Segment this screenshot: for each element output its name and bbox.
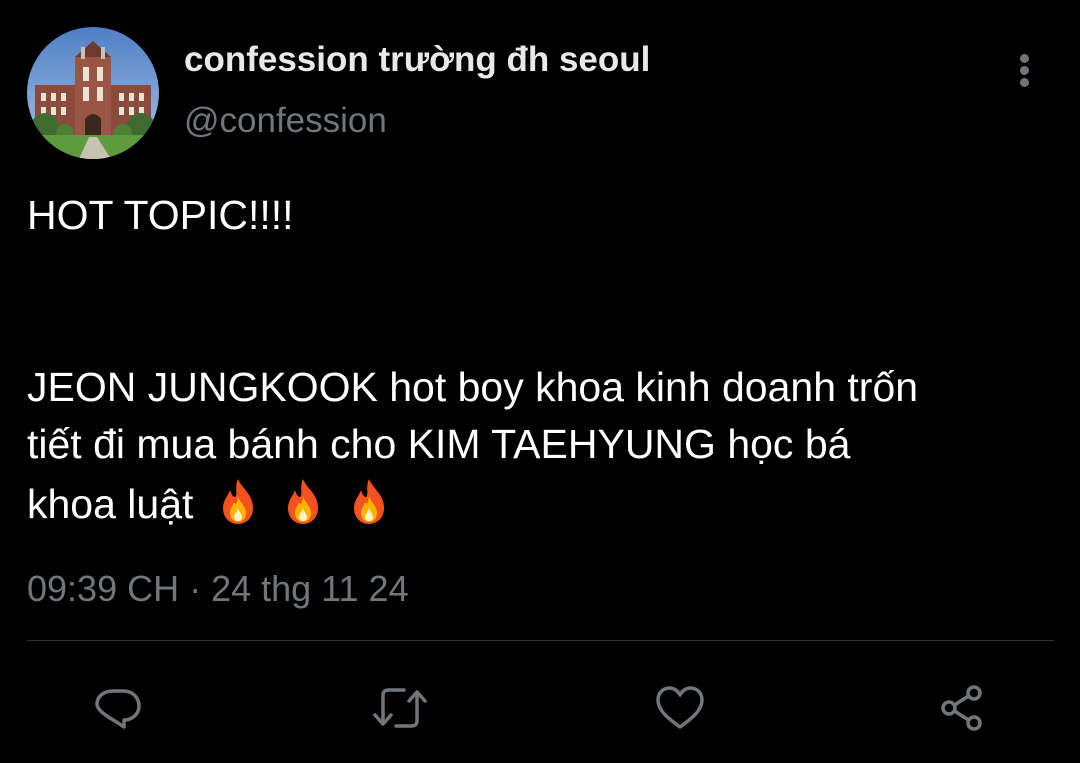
more-options-button[interactable] <box>1003 48 1047 92</box>
like-button[interactable] <box>652 680 708 736</box>
retweet-button[interactable] <box>372 680 428 736</box>
tweet-text-line: JEON JUNGKOOK hot boy khoa kinh doanh tr… <box>27 364 919 410</box>
reply-button[interactable] <box>90 680 146 736</box>
share-button[interactable] <box>934 680 990 736</box>
fire-emoji-group <box>213 476 398 537</box>
fire-emoji <box>344 479 398 535</box>
avatar[interactable] <box>27 27 159 159</box>
share-icon <box>941 685 982 731</box>
user-handle[interactable]: @confession <box>184 101 387 141</box>
avatar-image <box>27 27 159 159</box>
heart-icon <box>656 686 704 729</box>
display-name[interactable]: confession trường đh seoul <box>184 40 650 80</box>
retweet-icon <box>373 688 427 728</box>
fire-emoji <box>213 479 278 535</box>
tweet-timestamp[interactable]: 09:39 CH · 24 thg 11 24 <box>27 568 409 610</box>
comment-icon <box>95 689 141 729</box>
fire-emoji <box>278 479 343 535</box>
tweet-text-line: khoa luật <box>27 481 194 527</box>
divider <box>27 640 1054 641</box>
tweet-text-line: HOT TOPIC!!!! <box>27 192 294 238</box>
tweet-text-line: tiết đi mua bánh cho KIM TAEHYUNG học bá <box>27 421 851 467</box>
tweet-text-last-line: khoa luật <box>27 476 398 537</box>
